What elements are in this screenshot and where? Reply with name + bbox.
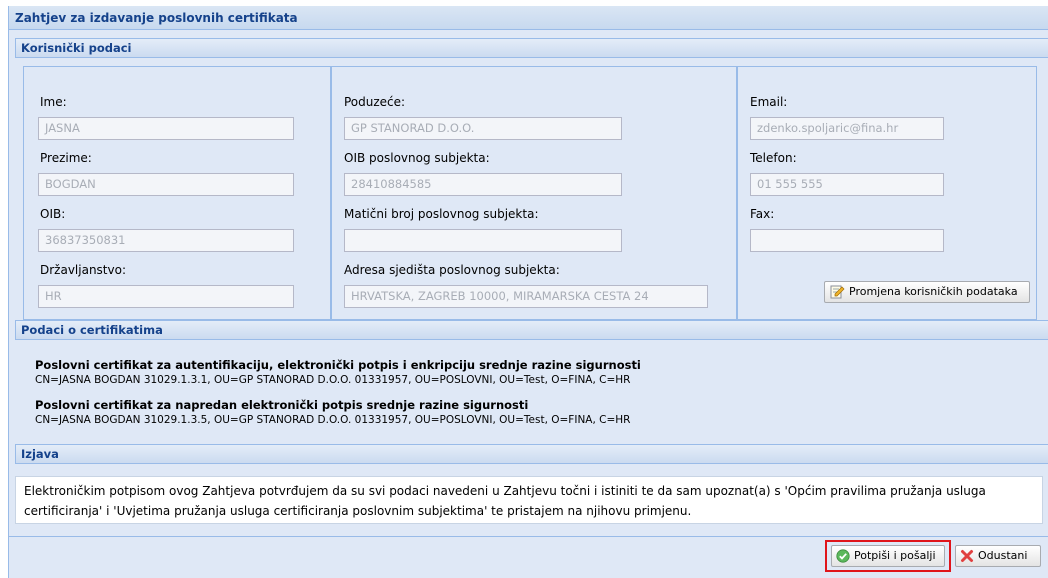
sign-and-send-button[interactable]: Potpiši i pošalji — [831, 545, 945, 567]
fax-field[interactable] — [750, 229, 944, 252]
phone-label: Telefon: — [750, 151, 797, 165]
oib-field[interactable]: 36837350831 — [38, 229, 294, 252]
window-title: Zahtjev za izdavanje poslovnih certifika… — [9, 6, 1048, 30]
address-label: Adresa sjedišta poslovnog subjekta: — [344, 263, 560, 277]
last-name-field[interactable]: BOGDAN — [38, 173, 294, 196]
first-name-label: Ime: — [40, 95, 67, 109]
email-label: Email: — [750, 95, 788, 109]
registration-number-label: Matični broj poslovnog subjekta: — [344, 207, 539, 221]
certificate-1-dn: CN=JASNA BOGDAN 31029.1.3.1, OU=GP STANO… — [35, 374, 631, 386]
personal-column: Ime: JASNA Prezime: BOGDAN OIB: 36837350… — [23, 66, 331, 320]
statement-text: Elektroničkim potpisom ovog Zahtjeva pot… — [15, 476, 1043, 524]
citizenship-field[interactable]: HR — [38, 285, 294, 308]
change-user-data-button[interactable]: Promjena korisničkih podataka — [824, 281, 1030, 303]
certificate-2-title: Poslovni certifikat za napredan elektron… — [35, 398, 529, 412]
email-field[interactable]: zdenko.spoljaric@fina.hr — [750, 117, 944, 140]
certificate-request-window: Zahtjev za izdavanje poslovnih certifika… — [8, 6, 1048, 578]
sign-and-send-label: Potpiši i pošalji — [854, 549, 936, 562]
certificate-2-dn: CN=JASNA BOGDAN 31029.1.3.5, OU=GP STANO… — [35, 414, 631, 426]
company-oib-field[interactable]: 28410884585 — [344, 173, 622, 196]
certificates-section-header[interactable]: Podaci o certifikatima — [15, 320, 1048, 340]
company-column: Poduzeće: GP STANORAD D.O.O. OIB poslovn… — [331, 66, 737, 320]
company-label: Poduzeće: — [344, 95, 406, 109]
certificate-1-title: Poslovni certifikat za autentifikaciju, … — [35, 358, 641, 372]
user-data-section-header[interactable]: Korisnički podaci — [15, 38, 1048, 58]
statement-section-header[interactable]: Izjava — [15, 444, 1048, 464]
address-field[interactable]: HRVATSKA, ZAGREB 10000, MIRAMARSKA CESTA… — [344, 285, 708, 308]
fax-label: Fax: — [750, 207, 775, 221]
check-icon — [836, 549, 850, 563]
last-name-label: Prezime: — [40, 151, 92, 165]
contact-column: Email: zdenko.spoljaric@fina.hr Telefon:… — [737, 66, 1037, 320]
edit-icon — [829, 284, 845, 300]
first-name-field[interactable]: JASNA — [38, 117, 294, 140]
cancel-label: Odustani — [978, 549, 1028, 562]
change-user-data-label: Promjena korisničkih podataka — [849, 285, 1018, 298]
company-field[interactable]: GP STANORAD D.O.O. — [344, 117, 622, 140]
company-oib-label: OIB poslovnog subjekta: — [344, 151, 490, 165]
footer-divider — [9, 536, 1048, 537]
registration-number-field[interactable] — [344, 229, 622, 252]
oib-label: OIB: — [40, 207, 66, 221]
phone-field[interactable]: 01 555 555 — [750, 173, 944, 196]
citizenship-label: Državljanstvo: — [40, 263, 126, 277]
cancel-button[interactable]: Odustani — [955, 545, 1041, 567]
certificates-panel: Poslovni certifikat za autentifikaciju, … — [15, 340, 1048, 436]
close-icon — [960, 549, 974, 563]
